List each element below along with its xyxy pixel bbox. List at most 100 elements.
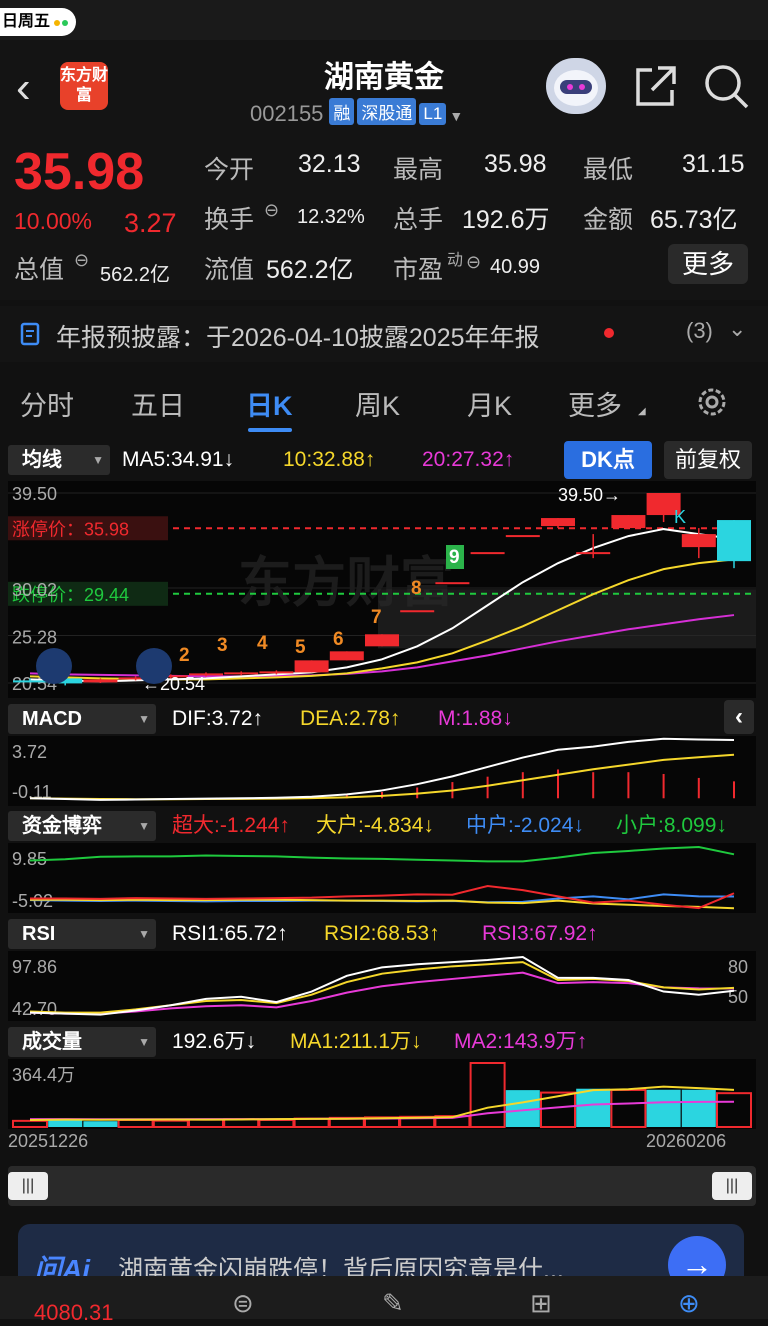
vol-ma2-legend: MA2:143.9万↑ xyxy=(454,1030,588,1053)
mktcap-info-icon[interactable]: ⊖ xyxy=(74,250,89,271)
funds-mid-legend: 中户:-2.024↓ xyxy=(466,814,584,837)
tag-margin: 融 xyxy=(329,98,355,125)
funds-chart[interactable]: 9.85-5.02 xyxy=(8,843,756,913)
macd-m-legend: M:1.88↓ xyxy=(438,707,513,730)
candle-body xyxy=(329,651,364,661)
edit-icon[interactable]: ✎ xyxy=(382,1288,404,1319)
tab-monthly-k[interactable]: 月K xyxy=(467,384,512,423)
volume-bar xyxy=(610,1088,647,1128)
ma-dropdown-label: 均线 xyxy=(22,449,62,471)
collapse-chevron-icon[interactable]: ‹ xyxy=(724,700,754,734)
small-line xyxy=(29,845,735,863)
prev-nav-button xyxy=(36,648,72,684)
funds-dropdown[interactable]: 资金博弈 ▼ xyxy=(8,811,156,841)
range-left-handle[interactable]: ||| xyxy=(8,1172,48,1200)
pe-label: 市盈 xyxy=(393,256,444,284)
candle-body xyxy=(505,535,540,538)
rsi-50: 50 xyxy=(728,987,748,1007)
amount-label: 金额 xyxy=(583,206,634,234)
range-right-handle[interactable]: ||| xyxy=(712,1172,752,1200)
range-scrollbar[interactable] xyxy=(8,1166,756,1206)
dif-value: DIF:3.72 xyxy=(172,707,253,730)
vol-value: 192.6万 xyxy=(172,1030,246,1053)
ma10-legend: 10:32.88↑ xyxy=(283,448,376,471)
seq-number: 3 xyxy=(217,635,228,656)
tab-daily-k[interactable]: 日K xyxy=(246,384,293,423)
seq-number: 4 xyxy=(257,633,268,654)
funds-dropdown-label: 资金博弈 xyxy=(22,815,102,837)
tab-more-caret-icon: ◢ xyxy=(638,406,646,417)
notice-text: 年报预披露：于2026-04-10披露2025年年报 xyxy=(56,324,540,352)
date-end: 20260206 xyxy=(646,1131,727,1151)
rsi-dropdown[interactable]: RSI ▼ xyxy=(8,919,156,949)
last-price: 35.98 xyxy=(14,143,145,201)
candle-body xyxy=(400,610,435,613)
volume-dropdown[interactable]: 成交量 ▼ xyxy=(8,1027,156,1057)
share-icon[interactable] xyxy=(632,64,678,115)
settings-gear-icon[interactable] xyxy=(694,384,730,425)
macd-y-top: 3.72 xyxy=(12,742,47,762)
more-button[interactable]: 更多 xyxy=(668,244,748,284)
rsi3-value: RSI3:67.92 xyxy=(482,922,588,945)
add-icon[interactable]: ⊕ xyxy=(678,1288,700,1319)
seq-number: 9 xyxy=(449,547,460,568)
status-time-pill: 日周五 xyxy=(0,8,76,36)
notice-count: (3) xyxy=(686,318,713,343)
tab-more[interactable]: 更多 xyxy=(568,384,622,423)
info-icon[interactable]: ⊖ xyxy=(264,200,279,221)
volume-bar xyxy=(716,1092,752,1128)
funds-y-top: 9.85 xyxy=(12,849,47,869)
chevron-down-icon[interactable]: ▼ xyxy=(449,108,463,124)
candle-body xyxy=(576,552,611,555)
volume-bar xyxy=(469,1062,506,1128)
index-value: 4080.31 xyxy=(34,1300,114,1325)
seq-number: 5 xyxy=(295,637,306,658)
kline-chart[interactable]: 东方财富涨停价：35.98跌停价：29.4439.5030.0225.2820.… xyxy=(8,481,756,698)
mid-value: 中户:-2.024 xyxy=(466,814,574,837)
pe-info-icon[interactable]: ⊖ xyxy=(466,252,481,273)
high-marker: 39.50→ xyxy=(558,485,621,505)
vol-legend: 192.6万↓ xyxy=(172,1030,257,1053)
rsi-chart[interactable]: 97.86 42.70 80 50 xyxy=(8,951,756,1021)
dk-point-button[interactable]: DK点 xyxy=(564,441,652,479)
search-icon[interactable] xyxy=(702,62,750,115)
tab-intraday[interactable]: 分时 xyxy=(20,384,74,423)
macd-dif-legend: DIF:3.72↑ xyxy=(172,707,264,730)
macd-dropdown[interactable]: MACD ▼ xyxy=(8,704,156,734)
change-amount: 3.27 xyxy=(124,208,177,238)
volume-label: 总手 xyxy=(393,206,444,234)
grid-icon[interactable]: ⊞ xyxy=(530,1288,552,1319)
volume-bar xyxy=(681,1089,716,1127)
volume-bar xyxy=(576,1088,611,1127)
robot-avatar-icon[interactable] xyxy=(546,58,606,114)
macd-dropdown-label: MACD xyxy=(22,708,82,730)
rsi-dropdown-label: RSI xyxy=(22,923,56,945)
ma-dropdown[interactable]: 均线 ▼ xyxy=(8,445,110,475)
trade-yen-icon[interactable]: ⊜ xyxy=(232,1288,254,1319)
seq-number: 6 xyxy=(333,629,344,650)
volume-bar xyxy=(258,1118,295,1129)
change-percent: 10.00% xyxy=(14,208,93,234)
rsi3-legend: RSI3:67.92↑ xyxy=(482,922,598,945)
price-restore-button[interactable]: 前复权 xyxy=(664,441,752,479)
report-icon xyxy=(20,322,42,351)
tag-connect: 深股通 xyxy=(357,98,417,125)
float-value: 562.2亿 xyxy=(266,256,354,284)
rsi-y-bot: 42.70 xyxy=(12,999,57,1019)
candle-body xyxy=(13,680,47,683)
tab-weekly-k[interactable]: 周K xyxy=(355,384,400,423)
ma20-legend: 20:27.32↑ xyxy=(422,448,515,471)
ma10-value: 10:32.88 xyxy=(283,448,365,471)
volume-chart[interactable]: 364.4万 xyxy=(8,1059,756,1129)
date-start: 20251226 xyxy=(8,1131,89,1151)
mktcap-label: 总值 xyxy=(14,256,65,284)
notice-chevron-icon[interactable]: ⌄ xyxy=(728,316,746,342)
ma5-value: MA5:34.91 xyxy=(122,448,224,471)
turnover-value: 12.32% xyxy=(297,206,365,228)
low-label: 最低 xyxy=(583,156,634,184)
tab-five-day[interactable]: 五日 xyxy=(131,384,185,423)
macd-chart[interactable]: 3.72-0.11 xyxy=(8,736,756,806)
turnover-label: 换手 xyxy=(204,206,255,234)
seq-number: 8 xyxy=(411,578,422,599)
stock-code: 002155 xyxy=(250,101,324,126)
